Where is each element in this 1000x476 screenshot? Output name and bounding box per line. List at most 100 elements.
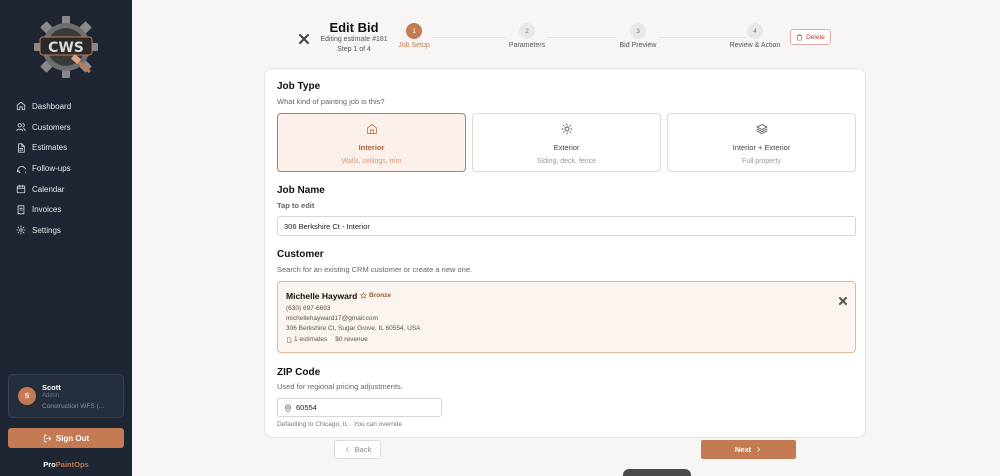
job-type-desc: What kind of painting job is this? [277,97,385,106]
customer-revenue: $0 revenue [335,336,368,343]
trash-icon [796,34,803,40]
step-bid-preview[interactable]: 3 Bid Preview [593,23,683,49]
back-label: Back [354,445,372,454]
customer-tier-label: Bronze [369,292,392,299]
company-logo[interactable]: CWS [32,14,100,80]
job-type-interior[interactable]: Interior Walls, ceilings, trim [277,113,466,172]
sidebar-item-label: Invoices [32,205,62,215]
step-job-setup[interactable]: 1 Job Setup [369,23,459,49]
job-type-name: Interior + Exterior [732,143,791,152]
customer-title: Customer [277,249,324,260]
zip-title: ZIP Code [277,367,321,378]
customer-desc: Search for an existing CRM customer or c… [277,265,473,274]
job-type-name: Exterior [553,143,580,152]
job-type-interior-exterior[interactable]: Interior + Exterior Full property [667,113,856,172]
step-number: 1 [406,23,422,39]
customer-phone: (630) 697-6693 [286,305,331,312]
sign-out-button[interactable]: Sign Out [8,428,124,448]
user-card[interactable]: S Scott Admin Construction WFS (... [8,374,124,418]
sidebar-item-invoices[interactable]: Invoices [0,199,132,220]
customer-estimates-count: 1 estimates [294,336,328,343]
sidebar-item-label: Estimates [32,143,68,153]
home-icon [16,102,26,111]
layers-icon [756,124,767,134]
floating-toast[interactable] [623,469,691,476]
zip-field[interactable] [277,398,442,417]
sidebar-item-label: Settings [32,225,61,235]
chevron-left-icon [345,447,349,452]
brand-name: ProPaintOps [0,460,132,469]
sidebar-item-estimates[interactable]: Estimates [0,137,132,158]
chevron-right-icon [757,447,761,452]
avatar: S [18,387,36,405]
customer-address: 306 Berkshire Ct, Sugar Grove, IL 60554,… [286,325,421,332]
step-label: Job Setup [398,42,430,49]
sidebar-item-dashboard[interactable]: Dashboard [0,96,132,117]
step-label: Parameters [508,42,546,49]
brand-part-2: PaintOps [55,460,89,469]
user-org: Construction WFS (... [42,403,105,410]
customer-tier-badge: Bronze [360,292,391,299]
close-button[interactable] [299,31,309,44]
job-name-input[interactable] [277,216,856,236]
users-icon [16,123,26,132]
job-name-title: Job Name [277,185,325,196]
gear-icon [16,225,26,236]
star-icon [360,292,367,299]
logo-text: CWS [48,40,84,56]
step-review-action[interactable]: 4 Review & Action [710,23,800,49]
delete-button[interactable]: Delete [790,29,831,45]
zip-input[interactable] [296,399,436,416]
customer-name: Michelle Hayward [286,291,358,301]
job-name-hint: Tap to edit [277,201,315,210]
chat-icon [16,166,26,174]
back-button[interactable]: Back [334,440,381,459]
sign-out-label: Sign Out [55,433,90,443]
document-icon [18,143,25,153]
step-parameters[interactable]: 2 Parameters [482,23,572,49]
calendar-icon [16,184,26,194]
sidebar-item-label: Dashboard [32,101,72,111]
document-icon [287,336,292,343]
delete-label: Delete [806,33,825,41]
step-label: Bid Preview [619,42,657,49]
brand-part-1: Pro [43,460,56,469]
job-type-name: Interior [358,143,385,152]
sidebar-item-customers[interactable]: Customers [0,117,132,138]
sidebar-item-label: Follow-ups [32,163,71,173]
step-number: 2 [519,23,535,39]
zip-desc: Used for regional pricing adjustments. [277,382,403,391]
sidebar-item-label: Customers [32,122,71,132]
step-number: 4 [747,23,763,39]
customer-email: michellehayward17@gmail.com [286,315,378,322]
next-label: Next [734,445,752,454]
sun-icon [561,123,572,135]
close-icon [839,297,847,305]
step-label: Review & Action [729,42,781,49]
job-type-detail: Full property [742,158,781,165]
logout-icon [43,434,52,442]
receipt-icon [17,205,25,215]
sidebar-item-follow-ups[interactable]: Follow-ups [0,158,132,179]
zip-note: Defaulting to Chicago, IL · You can over… [277,421,403,428]
selected-customer-card[interactable]: Michelle Hayward Bronze (630) 697-6693 m… [277,281,856,353]
bid-form-card: Job Type What kind of painting job is th… [264,68,866,438]
job-type-detail: Walls, ceilings, trim [341,158,402,165]
clear-customer-button[interactable] [839,292,847,305]
location-pin-icon [284,404,292,413]
step-number: 3 [630,23,646,39]
sidebar-item-settings[interactable]: Settings [0,220,132,241]
job-type-title: Job Type [277,81,321,92]
job-type-detail: Siding, deck, fence [536,158,597,165]
close-icon [299,34,309,44]
next-button[interactable]: Next [701,440,796,459]
sidebar-nav: Dashboard Customers Estimates Follow-ups… [0,96,132,241]
home-icon [366,124,377,134]
job-type-exterior[interactable]: Exterior Siding, deck, fence [472,113,661,172]
sidebar: CWS Dashboard Customers Estimates Follow… [0,0,132,476]
user-role: Admin [42,393,60,399]
user-name: Scott [42,383,61,392]
customer-stats: 1 estimates $0 revenue [286,336,368,343]
sidebar-item-label: Calendar [32,184,65,194]
sidebar-item-calendar[interactable]: Calendar [0,179,132,200]
